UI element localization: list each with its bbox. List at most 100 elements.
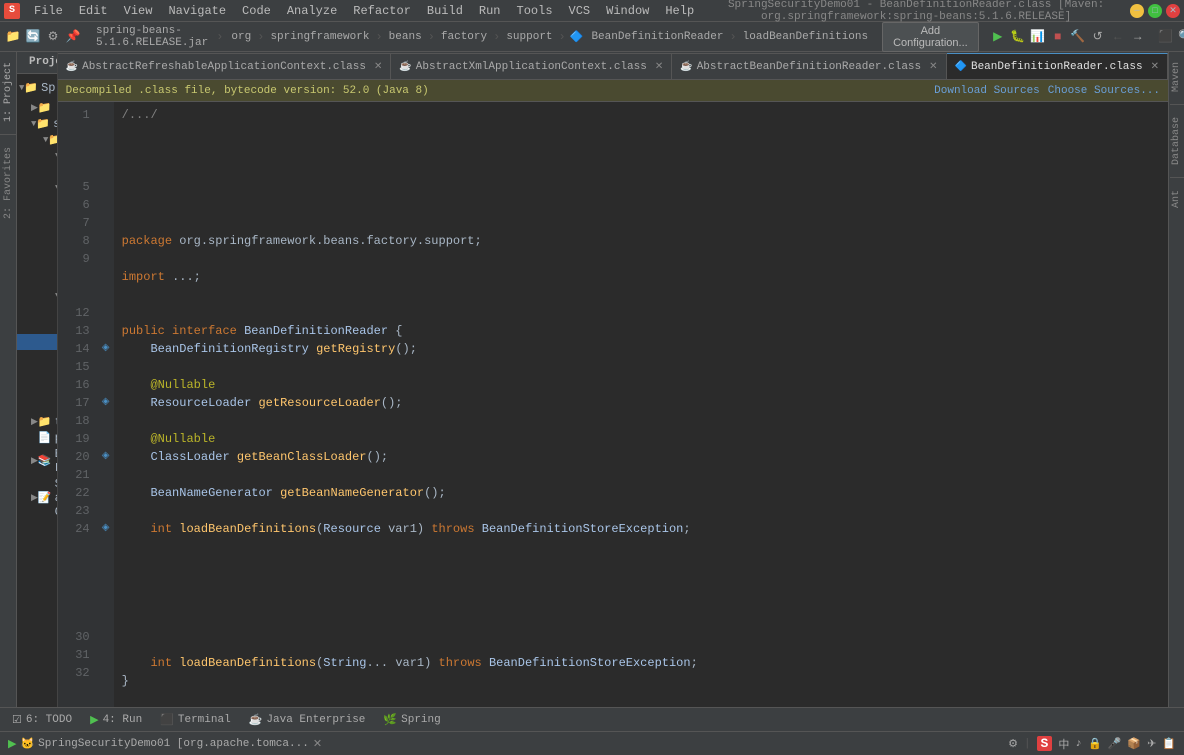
- spring-icon: 🌿: [383, 713, 397, 727]
- run-tab-close[interactable]: ✕: [313, 737, 322, 751]
- code-line-iface: public interface BeanDefinitionReader {: [122, 322, 1160, 340]
- tree-webapp[interactable]: ▼ 📁 webapp: [17, 288, 57, 304]
- menu-window[interactable]: Window: [598, 2, 657, 20]
- menu-view[interactable]: View: [116, 2, 161, 20]
- gutter-1: [98, 106, 114, 124]
- stop-button[interactable]: ■: [1049, 28, 1067, 46]
- menu-tools[interactable]: Tools: [509, 2, 561, 20]
- sync-button[interactable]: ↺: [1089, 28, 1107, 46]
- bc-springframework[interactable]: springframework: [266, 31, 373, 43]
- maximize-button[interactable]: □: [1148, 4, 1162, 18]
- tree-webxml[interactable]: ▶ 📄 web.xml: [17, 334, 57, 350]
- menu-analyze[interactable]: Analyze: [279, 2, 345, 20]
- right-tab-database[interactable]: Database: [1169, 111, 1184, 171]
- menu-file[interactable]: File: [26, 2, 71, 20]
- code-line-blank-after-popup: [122, 636, 1160, 654]
- webapp-arrow: ▼: [55, 291, 57, 301]
- tab-abstractrefreshable[interactable]: ☕ AbstractRefreshableApplicationContext.…: [58, 53, 392, 79]
- tree-homejsp[interactable]: ▶ 📄 home.jsp: [17, 366, 57, 382]
- right-tab-maven[interactable]: Maven: [1169, 56, 1184, 98]
- tree-pom[interactable]: ▶ 📄 pom.xml: [17, 430, 57, 446]
- tree-errorjsp[interactable]: ▶ 📄 error.jsp: [17, 350, 57, 366]
- tab-abstractxml[interactable]: ☕ AbstractXmlApplicationContext.class ✕: [391, 53, 672, 79]
- gutter-6: [98, 196, 114, 214]
- bottom-tab-run[interactable]: ▶ 4: Run: [82, 711, 150, 729]
- close-button[interactable]: ✕: [1166, 4, 1180, 18]
- menu-run[interactable]: Run: [471, 2, 509, 20]
- toolbar-sync-btn[interactable]: 🔄: [24, 28, 42, 46]
- debug-button[interactable]: 🐛: [1009, 28, 1027, 46]
- bc-method[interactable]: loadBeanDefinitions: [739, 31, 872, 43]
- run-label: 4: Run: [103, 714, 143, 726]
- sidebar-tab-favorites[interactable]: 2: Favorites: [1, 141, 16, 225]
- gutter-19: [98, 430, 114, 448]
- run-button[interactable]: ▶: [989, 28, 1007, 46]
- bc-support[interactable]: support: [502, 31, 556, 43]
- tab-close-3[interactable]: ✕: [1151, 61, 1159, 73]
- tree-extlibs[interactable]: ▶ 📚 External Libraries: [17, 446, 57, 476]
- tree-package[interactable]: ▶ 📦 com.biao.service: [17, 164, 57, 180]
- menu-vcs[interactable]: VCS: [561, 2, 599, 20]
- tab-close-1[interactable]: ✕: [655, 61, 663, 73]
- menu-help[interactable]: Help: [657, 2, 702, 20]
- tree-resources[interactable]: ▼ 📁 resources: [17, 180, 57, 196]
- tree-idea[interactable]: ▶ 📁 .idea: [17, 100, 57, 116]
- tree-springsec[interactable]: ▶ 📄 spring-security.xml: [17, 258, 57, 288]
- tree-target[interactable]: ▶ 📁 target: [17, 414, 57, 430]
- tab-close-2[interactable]: ✕: [929, 61, 937, 73]
- add-configuration-button[interactable]: Add Configuration...: [882, 22, 979, 52]
- terminal-icon[interactable]: ⬛: [1157, 28, 1175, 46]
- tab-label-1: AbstractXmlApplicationContext.class: [416, 61, 647, 73]
- code-line-30: int loadBeanDefinitions(String... var1) …: [122, 654, 1160, 672]
- search-everywhere-icon[interactable]: 🔍: [1177, 28, 1184, 46]
- toolbar-project-btn[interactable]: 📁: [4, 28, 22, 46]
- settings-gear-icon[interactable]: ⚙: [1008, 737, 1018, 751]
- bc-beans[interactable]: beans: [385, 31, 426, 43]
- tree-java[interactable]: ▼ 📁 java: [17, 148, 57, 164]
- gutter-3: [98, 142, 114, 160]
- bottom-tab-enterprise[interactable]: ☕ Java Enterprise: [241, 711, 374, 729]
- bottom-tab-spring[interactable]: 🌿 Spring: [375, 711, 448, 729]
- menu-edit[interactable]: Edit: [71, 2, 116, 20]
- toolbar-settings-btn[interactable]: ⚙: [44, 28, 62, 46]
- menu-code[interactable]: Code: [234, 2, 279, 20]
- src-label: src: [53, 117, 57, 131]
- bc-factory[interactable]: factory: [437, 31, 491, 43]
- tree-src[interactable]: ▼ 📁 src: [17, 116, 57, 132]
- coverage-button[interactable]: 📊: [1029, 28, 1047, 46]
- choose-sources-btn[interactable]: Choose Sources...: [1048, 85, 1160, 97]
- bc-org[interactable]: org: [227, 31, 255, 43]
- gutter-20: ◈: [98, 448, 114, 466]
- menu-navigate[interactable]: Navigate: [160, 2, 234, 20]
- tab-beandefinitionreader[interactable]: 🔷 BeanDefinitionReader.class ✕: [947, 53, 1168, 79]
- menu-build[interactable]: Build: [419, 2, 471, 20]
- tree-indexjsp[interactable]: ▶ 📄 index.jsp: [17, 382, 57, 398]
- right-sidebar: Maven Database Ant: [1168, 52, 1184, 707]
- menu-refactor[interactable]: Refactor: [345, 2, 419, 20]
- build-button[interactable]: 🔨: [1069, 28, 1087, 46]
- download-sources-btn[interactable]: Download Sources: [934, 85, 1040, 97]
- tree-appctx[interactable]: ▶ 📄 applicationContext.xml: [17, 196, 57, 212]
- toolbar-pin-btn[interactable]: 📌: [64, 28, 82, 46]
- minimize-button[interactable]: ─: [1130, 4, 1144, 18]
- tree-springmvc[interactable]: ▶ 📄 spring-mvc.xml: [17, 228, 57, 258]
- bottom-tab-todo[interactable]: ☑ 6: TODO: [4, 711, 80, 729]
- bc-reader[interactable]: BeanDefinitionReader: [587, 31, 727, 43]
- gutter-17: ◈: [98, 394, 114, 412]
- tree-loginjsp[interactable]: ▶ 📄 login.jsp: [17, 398, 57, 414]
- tab-close-0[interactable]: ✕: [374, 61, 382, 73]
- main-toolbar: 📁 🔄 ⚙ 📌 spring-beans-5.1.6.RELEASE.jar ›…: [0, 22, 1184, 52]
- bottom-tabs-bar: ☑ 6: TODO ▶ 4: Run ⬛ Terminal ☕ Java Ent…: [0, 707, 1184, 731]
- tree-root[interactable]: ▼ 📁 SpringSecurityDemo01 D:\software-cod…: [17, 76, 57, 100]
- tree-webinf[interactable]: ▼ 📁 WEB-INF: [17, 304, 57, 334]
- bottom-tab-terminal[interactable]: ⬛ Terminal: [152, 711, 239, 729]
- tab-abstractbean[interactable]: ☕ AbstractBeanDefinitionReader.class ✕: [672, 53, 946, 79]
- sidebar-tab-project[interactable]: 1: Project: [1, 56, 16, 128]
- tree-scratches[interactable]: ▶ 📝 Scratches and Consoles: [17, 476, 57, 520]
- right-tab-ant[interactable]: Ant: [1169, 184, 1184, 214]
- tree-log4j[interactable]: ▶ 📄 log4j.properties: [17, 212, 57, 228]
- tree-main[interactable]: ▼ 📁 main: [17, 132, 57, 148]
- forward-button[interactable]: →: [1129, 28, 1147, 46]
- resources-arrow: ▼: [55, 183, 57, 193]
- left-sidebar-strip: 1: Project 2: Favorites: [0, 52, 17, 707]
